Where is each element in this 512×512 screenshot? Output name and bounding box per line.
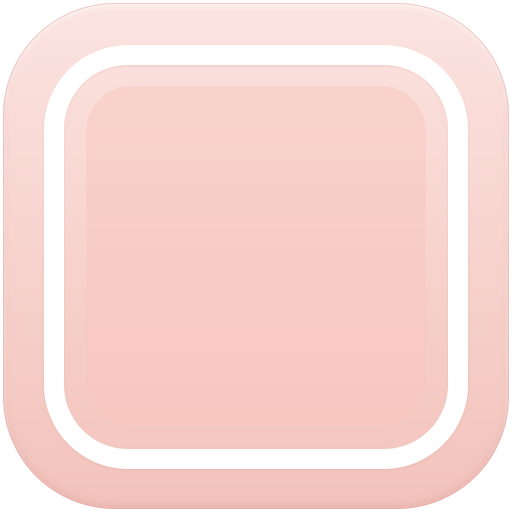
inner-square-icon bbox=[86, 86, 426, 426]
app-icon-canvas bbox=[0, 0, 512, 512]
